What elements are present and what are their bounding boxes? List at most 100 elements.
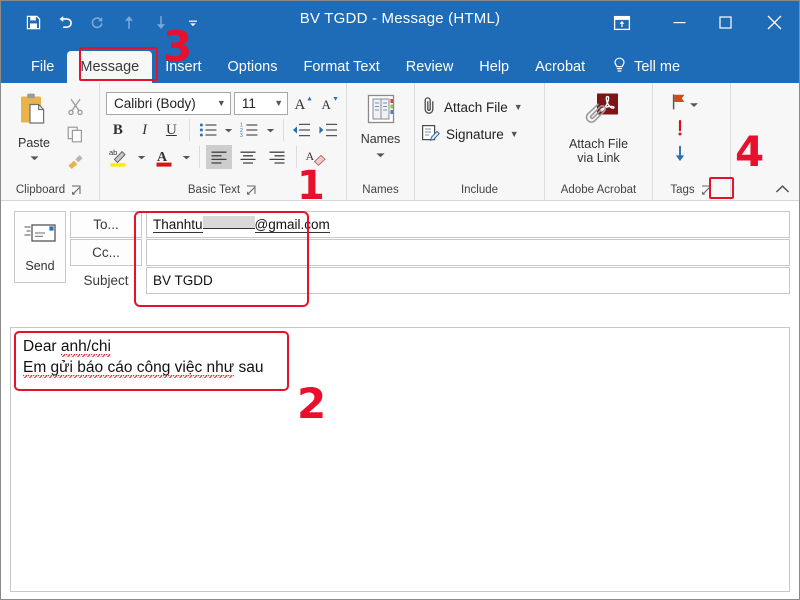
tab-acrobat[interactable]: Acrobat [522,51,598,83]
send-button[interactable]: Send [14,211,66,283]
tags-dialog-launcher-icon[interactable] [700,184,713,197]
collapse-ribbon-icon[interactable] [772,180,792,198]
attach-file-via-link-button[interactable]: Attach File via Link [551,90,646,165]
attach-file-via-link-label: Attach File via Link [569,137,628,165]
flag-icon [669,92,689,117]
to-button[interactable]: To... [70,211,142,238]
cut-button[interactable] [62,94,88,118]
paste-icon [17,92,51,135]
ribbon-group-include: Attach File ▼ Signature ▼ [415,83,545,200]
clipboard-dialog-launcher-icon[interactable] [70,184,83,197]
save-icon[interactable] [22,11,44,35]
window-controls [602,0,800,45]
high-importance-button[interactable] [669,118,687,143]
clipboard-group-label: Clipboard [16,182,65,199]
font-size-combo[interactable]: 11 ▼ [234,92,288,115]
undo-icon[interactable] [54,11,76,35]
shrink-font-icon[interactable]: A [317,91,340,115]
recipient-prefix: Thanhtu [153,217,203,233]
svg-text:3: 3 [240,133,243,138]
tell-me-box[interactable]: Tell me [598,51,690,83]
attach-file-dropdown-caret-icon[interactable]: ▼ [514,102,523,112]
numbering-dropdown-caret-icon[interactable] [265,118,277,142]
paste-dropdown-caret-icon[interactable] [29,149,40,167]
tab-file[interactable]: File [18,51,67,83]
body-line-1: Dear anh/chi [23,336,777,357]
align-left-button[interactable] [206,145,232,169]
subject-row: Subject BV TGDD [70,267,790,294]
quick-access-toolbar [0,11,204,35]
paste-button[interactable]: Paste [6,90,62,167]
chevron-down-icon[interactable]: ▼ [213,98,226,108]
customize-quick-access-toolbar-icon[interactable] [182,11,204,35]
copy-button[interactable] [62,122,88,146]
text-highlight-color-icon[interactable]: ab [106,145,132,169]
underline-button[interactable]: U [160,118,184,142]
align-center-button[interactable] [235,145,261,169]
names-label: Names [361,132,401,146]
align-right-button[interactable] [264,145,290,169]
send-envelope-icon [23,222,57,251]
increase-indent-icon[interactable] [316,118,340,142]
ribbon-display-options-icon[interactable] [602,0,642,45]
font-row: Calibri (Body) ▼ 11 ▼ A [106,91,340,115]
lightbulb-icon [612,57,627,78]
tab-help[interactable]: Help [466,51,522,83]
ribbon-group-clipboard: Paste [0,83,100,200]
italic-button[interactable]: I [133,118,157,142]
cc-input[interactable] [146,239,790,266]
bullets-dropdown-caret-icon[interactable] [223,118,235,142]
format-painter-button[interactable] [62,150,88,174]
follow-up-button[interactable] [669,92,699,117]
names-button[interactable]: Names [353,90,408,164]
close-button[interactable] [748,0,800,45]
follow-up-dropdown-caret-icon[interactable] [689,96,699,114]
recipient-suffix: @gmail.com [255,217,330,233]
tab-options[interactable]: Options [214,51,290,83]
high-importance-icon [673,118,687,143]
subject-input[interactable]: BV TGDD [146,267,790,294]
cc-button[interactable]: Cc... [70,239,142,266]
ribbon-tab-bar: File Message Insert Options Format Text … [0,45,800,83]
clear-all-formatting-icon[interactable]: A [303,145,329,169]
highlight-dropdown-caret-icon[interactable] [135,145,148,169]
next-item-icon[interactable] [150,11,172,35]
to-input[interactable]: Thanhtu @gmail.com [146,211,790,238]
minimize-button[interactable] [656,0,702,45]
attach-file-label: Attach File [444,100,508,115]
font-name-combo[interactable]: Calibri (Body) ▼ [106,92,231,115]
redo-icon[interactable] [86,11,108,35]
signature-label: Signature [446,127,504,142]
grow-font-icon[interactable]: A [291,91,314,115]
names-group-label: Names [362,182,398,199]
numbering-icon[interactable]: 1 2 3 [238,118,262,142]
font-color-icon[interactable]: A [151,145,177,169]
maximize-button[interactable] [702,0,748,45]
svg-text:A: A [321,97,331,112]
low-importance-icon [673,144,687,168]
basic-text-dialog-launcher-icon[interactable] [245,184,258,197]
basic-text-group-label: Basic Text [188,182,240,199]
misspelled-word: anh/chi [61,338,111,357]
tags-group-footer: Tags [653,183,730,200]
names-dropdown-caret-icon[interactable] [375,146,386,164]
chevron-down-icon[interactable]: ▼ [270,98,283,108]
decrease-indent-icon[interactable] [289,118,313,142]
tell-me-label: Tell me [634,59,680,75]
font-color-dropdown-caret-icon[interactable] [180,145,193,169]
include-group-label: Include [461,182,498,199]
bold-button[interactable]: B [106,118,130,142]
attach-file-button[interactable]: Attach File ▼ [421,96,523,118]
tab-review[interactable]: Review [393,51,467,83]
tab-message[interactable]: Message [67,51,152,83]
bullets-icon[interactable] [196,118,220,142]
low-importance-button[interactable] [669,144,687,168]
cc-row: Cc... [70,239,790,266]
message-body[interactable]: Dear anh/chi Em gửi báo cáo công việc nh… [10,327,790,592]
signature-button[interactable]: Signature ▼ [421,123,523,145]
signature-dropdown-caret-icon[interactable]: ▼ [510,129,519,139]
previous-item-icon[interactable] [118,11,140,35]
divider [189,119,190,141]
tab-insert[interactable]: Insert [152,51,214,83]
tab-format-text[interactable]: Format Text [290,51,392,83]
